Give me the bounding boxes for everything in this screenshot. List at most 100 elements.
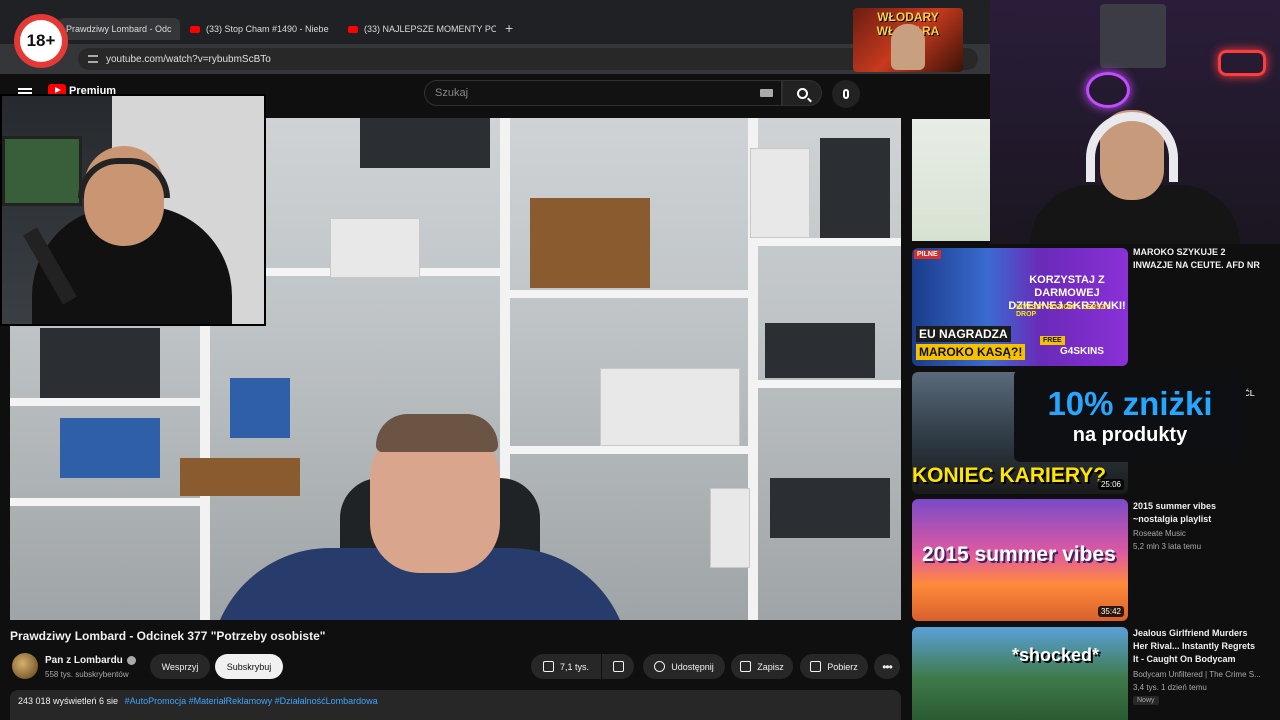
age-rating-text: 18+ [20, 20, 62, 62]
sidebar-channel[interactable]: Roseate Music [1133, 528, 1273, 540]
shelf-board [510, 446, 748, 454]
shelf-item [40, 328, 160, 398]
subscribe-button[interactable]: Subskrybuj [215, 654, 283, 679]
thumbs-up-icon [542, 661, 554, 672]
share-icon [654, 661, 666, 672]
support-button[interactable]: Wesprzyj [150, 654, 210, 679]
vinyl-frame [1100, 4, 1166, 68]
verified-icon [126, 656, 136, 665]
channel-name-text: Pan z Lombardu [45, 655, 123, 666]
thumbnail-text: *shocked* [1012, 645, 1100, 665]
search-input[interactable]: Szukaj [424, 80, 782, 106]
site-settings-icon[interactable] [88, 55, 98, 63]
shelf-board [758, 238, 901, 246]
download-icon [810, 661, 822, 672]
ad-free-badge: FREE [1040, 336, 1065, 345]
bookmark-icon [740, 661, 752, 672]
shelf-item [330, 218, 420, 278]
shelf-item [750, 148, 810, 238]
promo-overlay: 10% zniżki na produkty [1014, 370, 1246, 462]
thumbnail-text: 2015 summer vibes [922, 543, 1116, 566]
webcam-aquarium [2, 136, 82, 206]
neon-sign [1086, 72, 1130, 108]
ad-subline: WYŻSZY POZIOM = LEPSZY DROP [1016, 304, 1110, 318]
urgent-badge: PILNE [914, 250, 941, 259]
like-button[interactable]: 7,1 tys. [531, 654, 601, 679]
youtube-favicon-icon [348, 25, 358, 33]
download-button[interactable]: Pobierz [800, 654, 868, 679]
channel-name[interactable]: Pan z Lombardu [45, 655, 136, 666]
shelf-board [10, 398, 200, 406]
microphone-icon [843, 89, 849, 99]
sidebar-thumbnail[interactable]: PILNE EU NAGRADZA MAROKO KASĄ?! KORZYSTA… [912, 248, 1128, 366]
shelf-item [180, 458, 300, 496]
streamer-webcam-right [990, 0, 1280, 244]
dislike-button[interactable] [602, 654, 634, 679]
tab-najlepsze-momenty[interactable]: (33) NAJLEPSZE MOMENTY PO ✕ [348, 18, 496, 40]
tab-prawdziwy-lombard[interactable]: Prawdziwy Lombard - Odc ✕ [58, 18, 180, 40]
shelf-item [230, 378, 290, 438]
search-button[interactable] [782, 80, 822, 106]
address-bar: youtube.com/watch?v=rybubmScBTo [0, 44, 990, 74]
promo-product-text: na produkty [1072, 424, 1188, 446]
shelf-board [10, 498, 200, 506]
new-tab-button[interactable]: + [505, 20, 513, 36]
tab-stop-cham[interactable]: (33) Stop Cham #1490 - Niebe ✕ [190, 18, 338, 40]
sidebar-thumbnail[interactable]: 2015 summer vibes 35:42 [912, 499, 1128, 621]
sidebar-video-title[interactable]: Jealous Girlfriend Murders Her Rival... … [1133, 627, 1261, 666]
download-label: Pobierz [827, 661, 858, 672]
view-count: 243 018 wyświetleń 6 sie [18, 696, 119, 706]
sidebar-thumbnail[interactable]: *shocked* [912, 627, 1128, 720]
url-text: youtube.com/watch?v=rybubmScBTo [106, 53, 271, 65]
ad-line-1: KORZYSTAJ Z DARMOWEJ [1029, 274, 1105, 299]
promo-discount-text: 10% zniżki [1047, 385, 1213, 422]
channel-avatar[interactable] [12, 653, 38, 679]
shelf-item [765, 323, 875, 378]
description-box[interactable]: 243 018 wyświetleń 6 sie #AutoPromocja #… [10, 690, 901, 720]
like-count: 7,1 tys. [559, 661, 589, 672]
thumbnail-text: EU NAGRADZA [916, 326, 1011, 342]
tab-label: (33) Stop Cham #1490 - Niebe [206, 24, 329, 34]
save-label: Zapisz [757, 661, 784, 672]
sidebar-video-title[interactable]: MAROKO SZYKUJE 2 INWAZJE NA CEUTE. AFD N… [1133, 246, 1261, 272]
share-button[interactable]: Udostępnij [643, 654, 725, 679]
keyboard-icon[interactable] [760, 89, 773, 97]
thumbs-down-icon [612, 661, 624, 672]
shelf-item [530, 198, 650, 288]
tab-label: Prawdziwy Lombard - Odc [66, 24, 172, 34]
headphones-icon [1086, 112, 1178, 182]
shelf-item [770, 478, 890, 538]
voice-search-button[interactable] [832, 80, 860, 108]
thumbnail-text: MAROKO KASĄ?! [916, 344, 1026, 360]
subscriber-count: 558 tys. subskrybentów [45, 670, 129, 679]
browser-tab-bar: Prawdziwy Lombard - Odc ✕ (33) Stop Cham… [0, 0, 990, 44]
more-actions-button[interactable]: ••• [874, 654, 900, 679]
youtube-favicon-icon [190, 25, 200, 33]
sidebar-partial-thumbnail[interactable] [912, 119, 990, 241]
shelf-board [758, 380, 901, 388]
shelf-item [710, 488, 750, 568]
ad-brand: G4SKINS [1060, 346, 1104, 357]
sidebar-video-title[interactable]: 2015 summer vibes ~nostalgia playlist [1133, 500, 1261, 526]
streamer-webcam-left [0, 94, 266, 326]
shelf-item [820, 138, 890, 238]
shelf-item [360, 118, 490, 168]
search-icon [796, 87, 808, 99]
hashtags[interactable]: #AutoPromocja #MateriałReklamowy #Działa… [125, 696, 378, 706]
overlay-face-image [891, 24, 925, 70]
save-button[interactable]: Zapisz [731, 654, 793, 679]
url-field[interactable]: youtube.com/watch?v=rybubmScBTo [78, 48, 978, 70]
shelf-board [510, 290, 748, 298]
sidebar-channel[interactable]: Bodycam Unfiltered | The Crime S... [1133, 669, 1273, 681]
age-rating-badge: 18+ [14, 14, 68, 68]
video-title: Prawdziwy Lombard - Odcinek 377 "Potrzeb… [10, 629, 326, 643]
sidebar-title-fragment: ĆL [1244, 389, 1255, 398]
share-label: Udostępnij [671, 661, 714, 672]
video-duration: 25:06 [1097, 479, 1124, 490]
sidebar-meta: 5,2 mln 3 lata temu [1133, 542, 1202, 551]
tab-label: (33) NAJLEPSZE MOMENTY PO [364, 24, 496, 34]
video-duration: 35:42 [1097, 606, 1124, 617]
more-icon: ••• [882, 659, 893, 674]
neon-sign [1218, 50, 1266, 76]
search-placeholder: Szukaj [435, 87, 469, 99]
